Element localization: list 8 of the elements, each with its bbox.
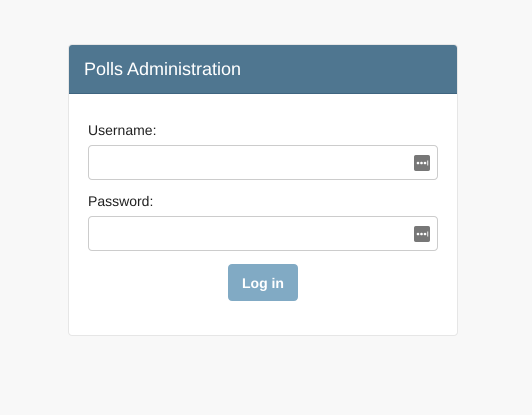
input-field[interactable] <box>88 216 438 251</box>
input-field[interactable] <box>88 145 438 180</box>
field-label: Password: <box>88 193 154 209</box>
field-label: Username: <box>88 122 158 138</box>
dots-icon[interactable] <box>414 154 430 170</box>
login-button[interactable]: Log in <box>228 264 298 301</box>
header-title: Polls Administration <box>84 58 242 80</box>
dots-icon[interactable] <box>414 226 430 242</box>
